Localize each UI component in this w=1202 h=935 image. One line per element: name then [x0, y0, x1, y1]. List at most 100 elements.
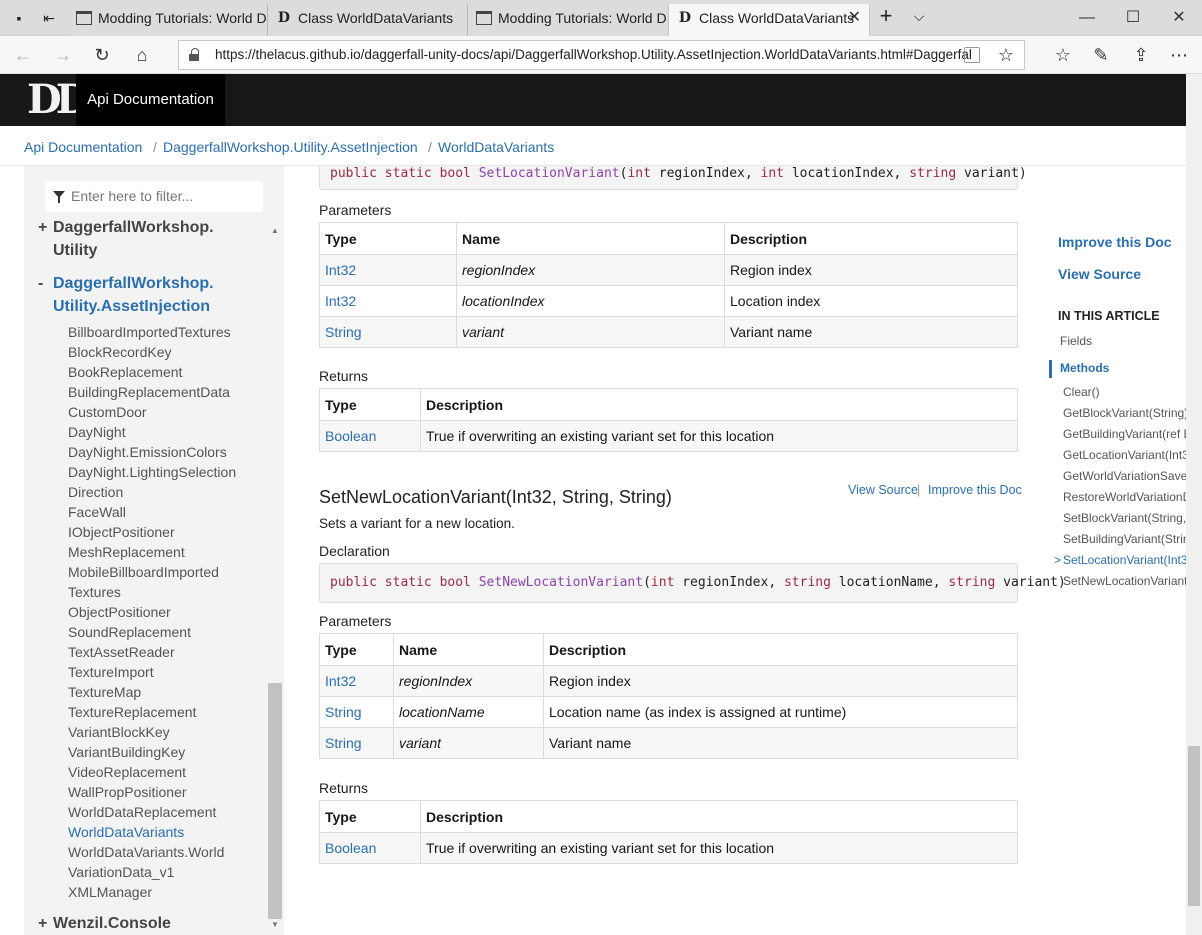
- toc-item[interactable]: VideoReplacement: [68, 762, 186, 782]
- toc-item[interactable]: WorldDataReplacement: [68, 802, 216, 822]
- toc-item[interactable]: Direction: [68, 482, 123, 502]
- returns-heading: Returns: [319, 368, 369, 384]
- toc-item[interactable]: MeshReplacement: [68, 542, 185, 562]
- tab-title: Class WorldDataVariants: [298, 10, 454, 26]
- toc-item[interactable]: CustomDoor: [68, 402, 147, 422]
- toc-item[interactable]: VariationData_v1: [68, 862, 174, 882]
- type-link[interactable]: Boolean: [319, 420, 421, 452]
- toc-item[interactable]: WallPropPositioner: [68, 782, 187, 802]
- browser-tab-3[interactable]: Modding Tutorials: World D: [468, 4, 668, 36]
- toc-filter-input[interactable]: Enter here to filter...: [45, 181, 263, 212]
- breadcrumb-item[interactable]: Api Documentation: [24, 139, 142, 155]
- toc-item[interactable]: MobileBillboardImported: [68, 562, 219, 582]
- toc-scrollbar[interactable]: ▲ ▼: [267, 222, 283, 935]
- link-separator: |: [917, 483, 921, 497]
- toc-item[interactable]: XMLManager: [68, 882, 152, 902]
- view-source-link[interactable]: View Source: [1058, 266, 1141, 282]
- affix-method-link[interactable]: Clear(): [1063, 385, 1100, 399]
- collapse-toggle[interactable]: -: [38, 272, 43, 295]
- parameters-table: Type Name Description Int32 regionIndex …: [319, 222, 1018, 348]
- toc-item[interactable]: SoundReplacement: [68, 622, 191, 642]
- toc-item[interactable]: DayNight.EmissionColors: [68, 442, 227, 462]
- toc-item[interactable]: FaceWall: [68, 502, 126, 522]
- toc-item[interactable]: VariantBuildingKey: [68, 742, 185, 762]
- affix-method-link[interactable]: GetWorldVariationSave: [1063, 469, 1186, 483]
- type-link[interactable]: String: [319, 316, 457, 348]
- affix-method-link[interactable]: RestoreWorldVariationD: [1063, 490, 1186, 504]
- affix-method-link[interactable]: SetBuildingVariant(Strin: [1063, 532, 1186, 546]
- home-icon[interactable]: ⌂: [131, 44, 153, 66]
- toc-item[interactable]: BookReplacement: [68, 362, 182, 382]
- toc-item[interactable]: ObjectPositioner: [68, 602, 171, 622]
- parameters-heading: Parameters: [319, 202, 392, 218]
- maximize-button[interactable]: ☐: [1110, 0, 1156, 36]
- tab-actions-icon[interactable]: ▪: [10, 9, 28, 27]
- method-summary: Sets a variant for a new location.: [319, 516, 515, 531]
- toc-namespace-wenzil-console[interactable]: + Wenzil.Console: [38, 912, 171, 935]
- toc-item[interactable]: TextureImport: [68, 662, 154, 682]
- new-tab-button[interactable]: +: [877, 5, 895, 27]
- close-window-button[interactable]: ✕: [1156, 0, 1202, 36]
- close-tab-icon[interactable]: ✕: [848, 4, 861, 32]
- toc-item[interactable]: VariantBlockKey: [68, 722, 170, 742]
- type-link[interactable]: Boolean: [319, 832, 421, 864]
- toc-item[interactable]: TextureReplacement: [68, 702, 196, 722]
- expand-toggle[interactable]: +: [38, 216, 47, 239]
- toc-namespace-assetinjection[interactable]: - DaggerfallWorkshop. Utility.AssetInjec…: [38, 272, 214, 318]
- pen-icon[interactable]: ✎: [1090, 44, 1112, 66]
- type-link[interactable]: Int32: [319, 285, 457, 317]
- favorites-icon[interactable]: ☆: [1052, 44, 1074, 66]
- expand-toggle[interactable]: +: [38, 912, 47, 935]
- toc-item[interactable]: Textures: [68, 582, 121, 602]
- toc-item[interactable]: TextureMap: [68, 682, 141, 702]
- affix-method-link[interactable]: GetBlockVariant(String): [1063, 406, 1186, 420]
- scroll-up-arrow-icon[interactable]: ▲: [267, 226, 283, 235]
- refresh-icon[interactable]: ↻: [91, 44, 113, 66]
- type-link[interactable]: Int32: [319, 254, 457, 286]
- back-icon[interactable]: ←: [12, 44, 34, 66]
- favorite-star-icon[interactable]: ☆: [998, 41, 1014, 69]
- affix-section-methods[interactable]: Methods: [1060, 361, 1109, 375]
- toc-item[interactable]: WorldDataVariants: [68, 822, 184, 842]
- page-scrollbar[interactable]: [1186, 74, 1202, 935]
- affix-method-link[interactable]: SetBlockVariant(String,: [1063, 511, 1186, 525]
- scroll-down-arrow-icon[interactable]: ▼: [267, 920, 283, 929]
- toc-namespace-utility[interactable]: + DaggerfallWorkshop. Utility: [38, 216, 214, 262]
- reading-view-icon[interactable]: [964, 47, 980, 63]
- breadcrumb-item[interactable]: WorldDataVariants: [438, 139, 554, 155]
- share-icon[interactable]: ⇪: [1130, 44, 1152, 66]
- browser-tab-2[interactable]: D Class WorldDataVariants: [268, 4, 468, 36]
- toc-item[interactable]: DayNight: [68, 422, 126, 442]
- site-title[interactable]: Api Documentation: [76, 74, 225, 126]
- improve-doc-link[interactable]: Improve this Doc: [1058, 234, 1172, 250]
- breadcrumb-item[interactable]: DaggerfallWorkshop.Utility.AssetInjectio…: [163, 139, 418, 155]
- browser-tab-1[interactable]: Modding Tutorials: World D: [68, 4, 268, 36]
- toc-item[interactable]: BuildingReplacementData: [68, 382, 230, 402]
- view-source-link[interactable]: View Source: [848, 483, 918, 497]
- improve-doc-link[interactable]: Improve this Doc: [928, 483, 1022, 497]
- toc-item[interactable]: TextAssetReader: [68, 642, 175, 662]
- toc-item[interactable]: BillboardImportedTextures: [68, 322, 231, 342]
- minimize-button[interactable]: —: [1064, 0, 1110, 36]
- toc-item[interactable]: WorldDataVariants.World: [68, 842, 224, 862]
- code-type: string: [783, 575, 831, 590]
- page-scroll-thumb[interactable]: [1188, 746, 1200, 906]
- toc-item[interactable]: IObjectPositioner: [68, 522, 175, 542]
- set-tabs-aside-icon[interactable]: ⇤: [40, 9, 58, 27]
- toc-scroll-thumb[interactable]: [268, 683, 282, 919]
- toc-item[interactable]: DayNight.LightingSelection: [68, 462, 236, 482]
- affix-method-link[interactable]: SetLocationVariant(Int3: [1063, 553, 1186, 567]
- toc-item[interactable]: BlockRecordKey: [68, 342, 172, 362]
- affix-method-link[interactable]: SetNewLocationVariant: [1063, 574, 1186, 588]
- browser-tab-4-active[interactable]: D Class WorldDataVariants ✕: [668, 4, 870, 36]
- tab-list-chevron-icon[interactable]: ⌵: [910, 7, 928, 25]
- affix-method-link[interactable]: GetBuildingVariant(ref B: [1063, 427, 1186, 441]
- address-bar[interactable]: https://thelacus.github.io/daggerfall-un…: [178, 40, 1025, 70]
- type-link[interactable]: Int32: [319, 665, 394, 697]
- affix-section-fields[interactable]: Fields: [1060, 334, 1092, 348]
- type-link[interactable]: String: [319, 696, 394, 728]
- affix-method-link[interactable]: GetLocationVariant(Int3: [1063, 448, 1186, 462]
- more-icon[interactable]: ⋯: [1168, 44, 1190, 66]
- type-link[interactable]: String: [319, 727, 394, 759]
- forward-icon[interactable]: →: [52, 44, 74, 66]
